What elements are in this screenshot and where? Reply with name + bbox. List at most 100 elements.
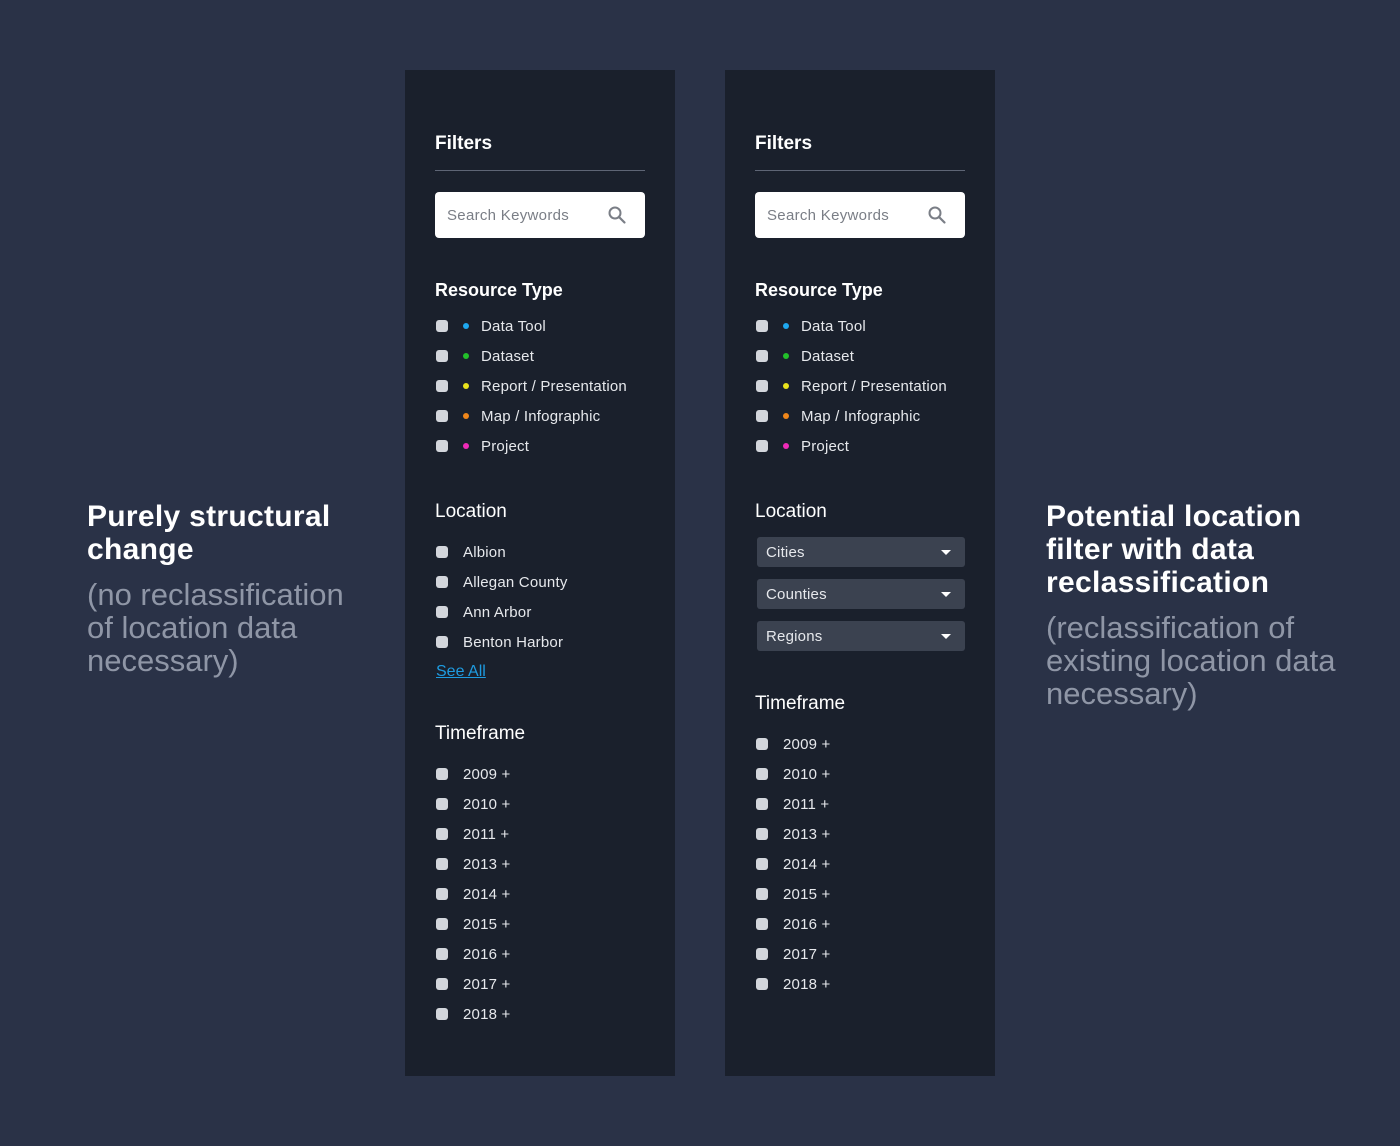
checkbox[interactable] bbox=[436, 978, 448, 990]
timeframe-item[interactable]: 2014 + bbox=[755, 849, 965, 879]
select-label: Regions bbox=[766, 627, 823, 645]
checkbox[interactable] bbox=[756, 858, 768, 870]
color-dot-icon bbox=[783, 443, 789, 449]
location-selects: Cities Counties Regions bbox=[755, 537, 965, 651]
location-label: Benton Harbor bbox=[463, 633, 564, 651]
timeframe-item[interactable]: 2016 + bbox=[435, 939, 645, 969]
timeframe-item[interactable]: 2009 + bbox=[755, 729, 965, 759]
checkbox[interactable] bbox=[756, 440, 768, 452]
timeframe-item[interactable]: 2017 + bbox=[435, 969, 645, 999]
resource-item-dataset[interactable]: Dataset bbox=[435, 341, 645, 371]
search-input[interactable] bbox=[447, 192, 607, 238]
timeframe-label: 2016 + bbox=[783, 915, 831, 933]
timeframe-label: 2016 + bbox=[463, 945, 511, 963]
resource-item-project[interactable]: Project bbox=[755, 431, 965, 461]
resource-item-data-tool[interactable]: Data Tool bbox=[435, 311, 645, 341]
checkbox[interactable] bbox=[436, 948, 448, 960]
search-box bbox=[755, 192, 965, 238]
resource-item-project[interactable]: Project bbox=[435, 431, 645, 461]
checkbox[interactable] bbox=[436, 918, 448, 930]
timeframe-item[interactable]: 2017 + bbox=[755, 939, 965, 969]
color-dot-icon bbox=[463, 383, 469, 389]
timeframe-item[interactable]: 2018 + bbox=[435, 999, 645, 1029]
checkbox[interactable] bbox=[436, 350, 448, 362]
regions-select[interactable]: Regions bbox=[757, 621, 965, 651]
see-all-link[interactable]: See All bbox=[436, 661, 486, 683]
timeframe-item[interactable]: 2010 + bbox=[435, 789, 645, 819]
location-item[interactable]: Albion bbox=[435, 537, 645, 567]
resource-item-map[interactable]: Map / Infographic bbox=[435, 401, 645, 431]
checkbox[interactable] bbox=[756, 828, 768, 840]
timeframe-item[interactable]: 2010 + bbox=[755, 759, 965, 789]
color-dot-icon bbox=[783, 413, 789, 419]
color-dot-icon bbox=[463, 413, 469, 419]
timeframe-item[interactable]: 2013 + bbox=[435, 849, 645, 879]
location-item[interactable]: Allegan County bbox=[435, 567, 645, 597]
resource-item-report[interactable]: Report / Presentation bbox=[435, 371, 645, 401]
checkbox[interactable] bbox=[756, 918, 768, 930]
checkbox[interactable] bbox=[436, 888, 448, 900]
checkbox[interactable] bbox=[436, 410, 448, 422]
checkbox[interactable] bbox=[756, 888, 768, 900]
search-input[interactable] bbox=[767, 192, 927, 238]
timeframe-item[interactable]: 2016 + bbox=[755, 909, 965, 939]
checkbox[interactable] bbox=[436, 606, 448, 618]
checkbox[interactable] bbox=[436, 576, 448, 588]
search-icon[interactable] bbox=[607, 205, 627, 225]
timeframe-item[interactable]: 2014 + bbox=[435, 879, 645, 909]
timeframe-item[interactable]: 2015 + bbox=[435, 909, 645, 939]
color-dot-icon bbox=[463, 353, 469, 359]
resource-item-data-tool[interactable]: Data Tool bbox=[755, 311, 965, 341]
checkbox[interactable] bbox=[436, 636, 448, 648]
checkbox[interactable] bbox=[756, 978, 768, 990]
counties-select[interactable]: Counties bbox=[757, 579, 965, 609]
location-list: Albion Allegan County Ann Arbor Benton H… bbox=[435, 537, 645, 657]
checkbox[interactable] bbox=[756, 948, 768, 960]
checkbox[interactable] bbox=[436, 440, 448, 452]
checkbox[interactable] bbox=[756, 798, 768, 810]
caption-heading: Purely structural change bbox=[87, 500, 331, 566]
timeframe-item[interactable]: 2015 + bbox=[755, 879, 965, 909]
resource-item-report[interactable]: Report / Presentation bbox=[755, 371, 965, 401]
timeframe-label: 2013 + bbox=[783, 825, 831, 843]
timeframe-label: 2015 + bbox=[463, 915, 511, 933]
timeframe-item[interactable]: 2018 + bbox=[755, 969, 965, 999]
resource-label: Dataset bbox=[801, 347, 855, 365]
divider bbox=[435, 170, 645, 171]
checkbox[interactable] bbox=[436, 858, 448, 870]
checkbox[interactable] bbox=[436, 1008, 448, 1020]
timeframe-label: 2009 + bbox=[463, 765, 511, 783]
search-icon[interactable] bbox=[927, 205, 947, 225]
checkbox[interactable] bbox=[756, 320, 768, 332]
resource-label: Map / Infographic bbox=[481, 407, 601, 425]
location-item[interactable]: Ann Arbor bbox=[435, 597, 645, 627]
resource-label: Map / Infographic bbox=[801, 407, 921, 425]
checkbox[interactable] bbox=[756, 768, 768, 780]
timeframe-item[interactable]: 2011 + bbox=[755, 789, 965, 819]
checkbox[interactable] bbox=[436, 380, 448, 392]
select-label: Counties bbox=[766, 585, 827, 603]
resource-item-map[interactable]: Map / Infographic bbox=[755, 401, 965, 431]
cities-select[interactable]: Cities bbox=[757, 537, 965, 567]
timeframe-item[interactable]: 2009 + bbox=[435, 759, 645, 789]
checkbox[interactable] bbox=[756, 410, 768, 422]
timeframe-item[interactable]: 2013 + bbox=[755, 819, 965, 849]
timeframe-label: 2017 + bbox=[463, 975, 511, 993]
checkbox[interactable] bbox=[756, 350, 768, 362]
resource-item-dataset[interactable]: Dataset bbox=[755, 341, 965, 371]
checkbox[interactable] bbox=[436, 546, 448, 558]
color-dot-icon bbox=[463, 323, 469, 329]
location-item[interactable]: Benton Harbor bbox=[435, 627, 645, 657]
timeframe-title: Timeframe bbox=[755, 693, 846, 714]
caption-subtext: (no reclassification of location data ne… bbox=[87, 577, 344, 678]
divider bbox=[755, 170, 965, 171]
checkbox[interactable] bbox=[756, 738, 768, 750]
timeframe-list: 2009 + 2010 + 2011 + 2013 + 2014 + 2015 … bbox=[435, 759, 645, 1029]
checkbox[interactable] bbox=[436, 798, 448, 810]
checkbox[interactable] bbox=[436, 828, 448, 840]
checkbox[interactable] bbox=[436, 320, 448, 332]
timeframe-item[interactable]: 2011 + bbox=[435, 819, 645, 849]
checkbox[interactable] bbox=[436, 768, 448, 780]
location-label: Allegan County bbox=[463, 573, 568, 591]
checkbox[interactable] bbox=[756, 380, 768, 392]
